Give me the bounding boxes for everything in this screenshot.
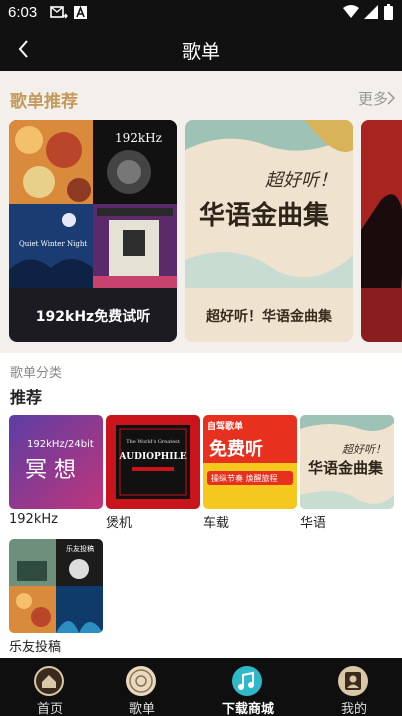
chevron-right-icon[interactable] bbox=[386, 91, 396, 105]
profile-icon bbox=[338, 666, 368, 696]
status-time: 6:03 bbox=[8, 4, 38, 21]
app-bar: 歌单 bbox=[0, 27, 402, 71]
playlist-card-title: 超好听！华语金曲集 bbox=[206, 309, 332, 325]
page-title: 歌单 bbox=[181, 41, 220, 63]
nav-label: 我的 bbox=[340, 702, 367, 716]
category-tile-chinese[interactable]: 超好听！ 华语金曲集 bbox=[300, 415, 394, 509]
status-bar: 6:03 bbox=[0, 0, 402, 27]
more-link[interactable]: 更多 bbox=[358, 88, 388, 109]
nav-item-home[interactable]: 首页 bbox=[0, 658, 100, 716]
category-label: 车载 bbox=[203, 516, 230, 531]
svg-text:免费听: 免费听 bbox=[209, 438, 263, 460]
bottom-navigation: 首页 歌单 下载商城 我的 bbox=[0, 658, 402, 716]
playlist-icon bbox=[126, 666, 156, 696]
category-tile-192khz[interactable]: 192kHz/24bit 冥 想 bbox=[9, 415, 103, 509]
recommend-header: 歌单推荐 更多 bbox=[0, 71, 402, 115]
category-tile-user-submissions[interactable]: 乐友投稿 bbox=[9, 539, 103, 633]
music-store-icon bbox=[232, 666, 262, 696]
category-label: 华语 bbox=[300, 516, 327, 531]
svg-text:华语金曲集: 华语金曲集 bbox=[308, 459, 384, 477]
svg-text:操纵节奏 焕醒旅程: 操纵节奏 焕醒旅程 bbox=[211, 473, 278, 483]
message-icon bbox=[50, 6, 68, 19]
nav-label: 歌单 bbox=[128, 702, 155, 716]
playlist-card[interactable]: 192kHz Quiet Winter Night 192kHz免费试听 bbox=[9, 120, 177, 342]
playlist-carousel[interactable]: 192kHz Quiet Winter Night 192kHz免费试听 超好听… bbox=[0, 115, 402, 353]
svg-text:超好听！: 超好听！ bbox=[265, 170, 337, 191]
playlist-cover: 超好听！ 华语金曲集 bbox=[185, 120, 353, 288]
svg-text:Quiet Winter Night: Quiet Winter Night bbox=[19, 240, 87, 248]
category-label: 乐友投稿 bbox=[9, 640, 62, 655]
svg-text:自驾歌单: 自驾歌单 bbox=[207, 420, 243, 432]
home-icon bbox=[34, 666, 64, 696]
svg-text:超好听！: 超好听！ bbox=[342, 443, 386, 456]
svg-text:冥 想: 冥 想 bbox=[25, 458, 76, 483]
category-tile-burn-in[interactable]: The World's Greatest AUDIOPHILE bbox=[106, 415, 200, 509]
category-cover: The World's Greatest AUDIOPHILE bbox=[106, 415, 200, 509]
recommend-title: 歌单推荐 bbox=[10, 92, 78, 112]
signal-icon bbox=[364, 5, 378, 19]
playlist-card-title: 192kHz免费试听 bbox=[35, 309, 151, 325]
category-label: 192kHz bbox=[9, 512, 58, 527]
svg-text:192kHz/24bit: 192kHz/24bit bbox=[27, 439, 94, 450]
battery-icon bbox=[384, 4, 393, 20]
wifi-icon bbox=[343, 5, 359, 18]
svg-text:AUDIOPHILE: AUDIOPHILE bbox=[118, 452, 186, 462]
category-cover: 自驾歌单 免费听 操纵节奏 焕醒旅程 bbox=[203, 415, 297, 509]
playlist-card[interactable]: 超好听！ 华语金曲集 超好听！华语金曲集 bbox=[185, 120, 353, 342]
nav-item-playlist[interactable]: 歌单 bbox=[92, 658, 192, 716]
playlist-card[interactable] bbox=[361, 120, 402, 342]
nav-item-profile[interactable]: 我的 bbox=[304, 658, 402, 716]
nav-label: 下载商城 bbox=[221, 702, 274, 716]
playlist-cover bbox=[361, 120, 402, 288]
category-cover: 超好听！ 华语金曲集 bbox=[300, 415, 394, 509]
category-label: 煲机 bbox=[106, 516, 133, 531]
category-subtitle: 歌单分类 bbox=[10, 366, 63, 381]
category-cover: 乐友投稿 bbox=[9, 539, 103, 633]
app-a-icon bbox=[74, 6, 87, 19]
category-cover: 192kHz/24bit 冥 想 bbox=[9, 415, 103, 509]
svg-text:乐友投稿: 乐友投稿 bbox=[66, 544, 94, 553]
svg-text:华语金曲集: 华语金曲集 bbox=[199, 200, 330, 231]
category-section-title: 推荐 bbox=[10, 388, 43, 407]
nav-label: 首页 bbox=[36, 702, 63, 716]
svg-text:192kHz: 192kHz bbox=[115, 131, 162, 145]
playlist-cover: 192kHz Quiet Winter Night bbox=[9, 120, 177, 288]
svg-text:The World's Greatest: The World's Greatest bbox=[126, 439, 180, 445]
category-tile-car[interactable]: 自驾歌单 免费听 操纵节奏 焕醒旅程 bbox=[203, 415, 297, 509]
nav-item-download-store[interactable]: 下载商城 bbox=[198, 658, 298, 716]
